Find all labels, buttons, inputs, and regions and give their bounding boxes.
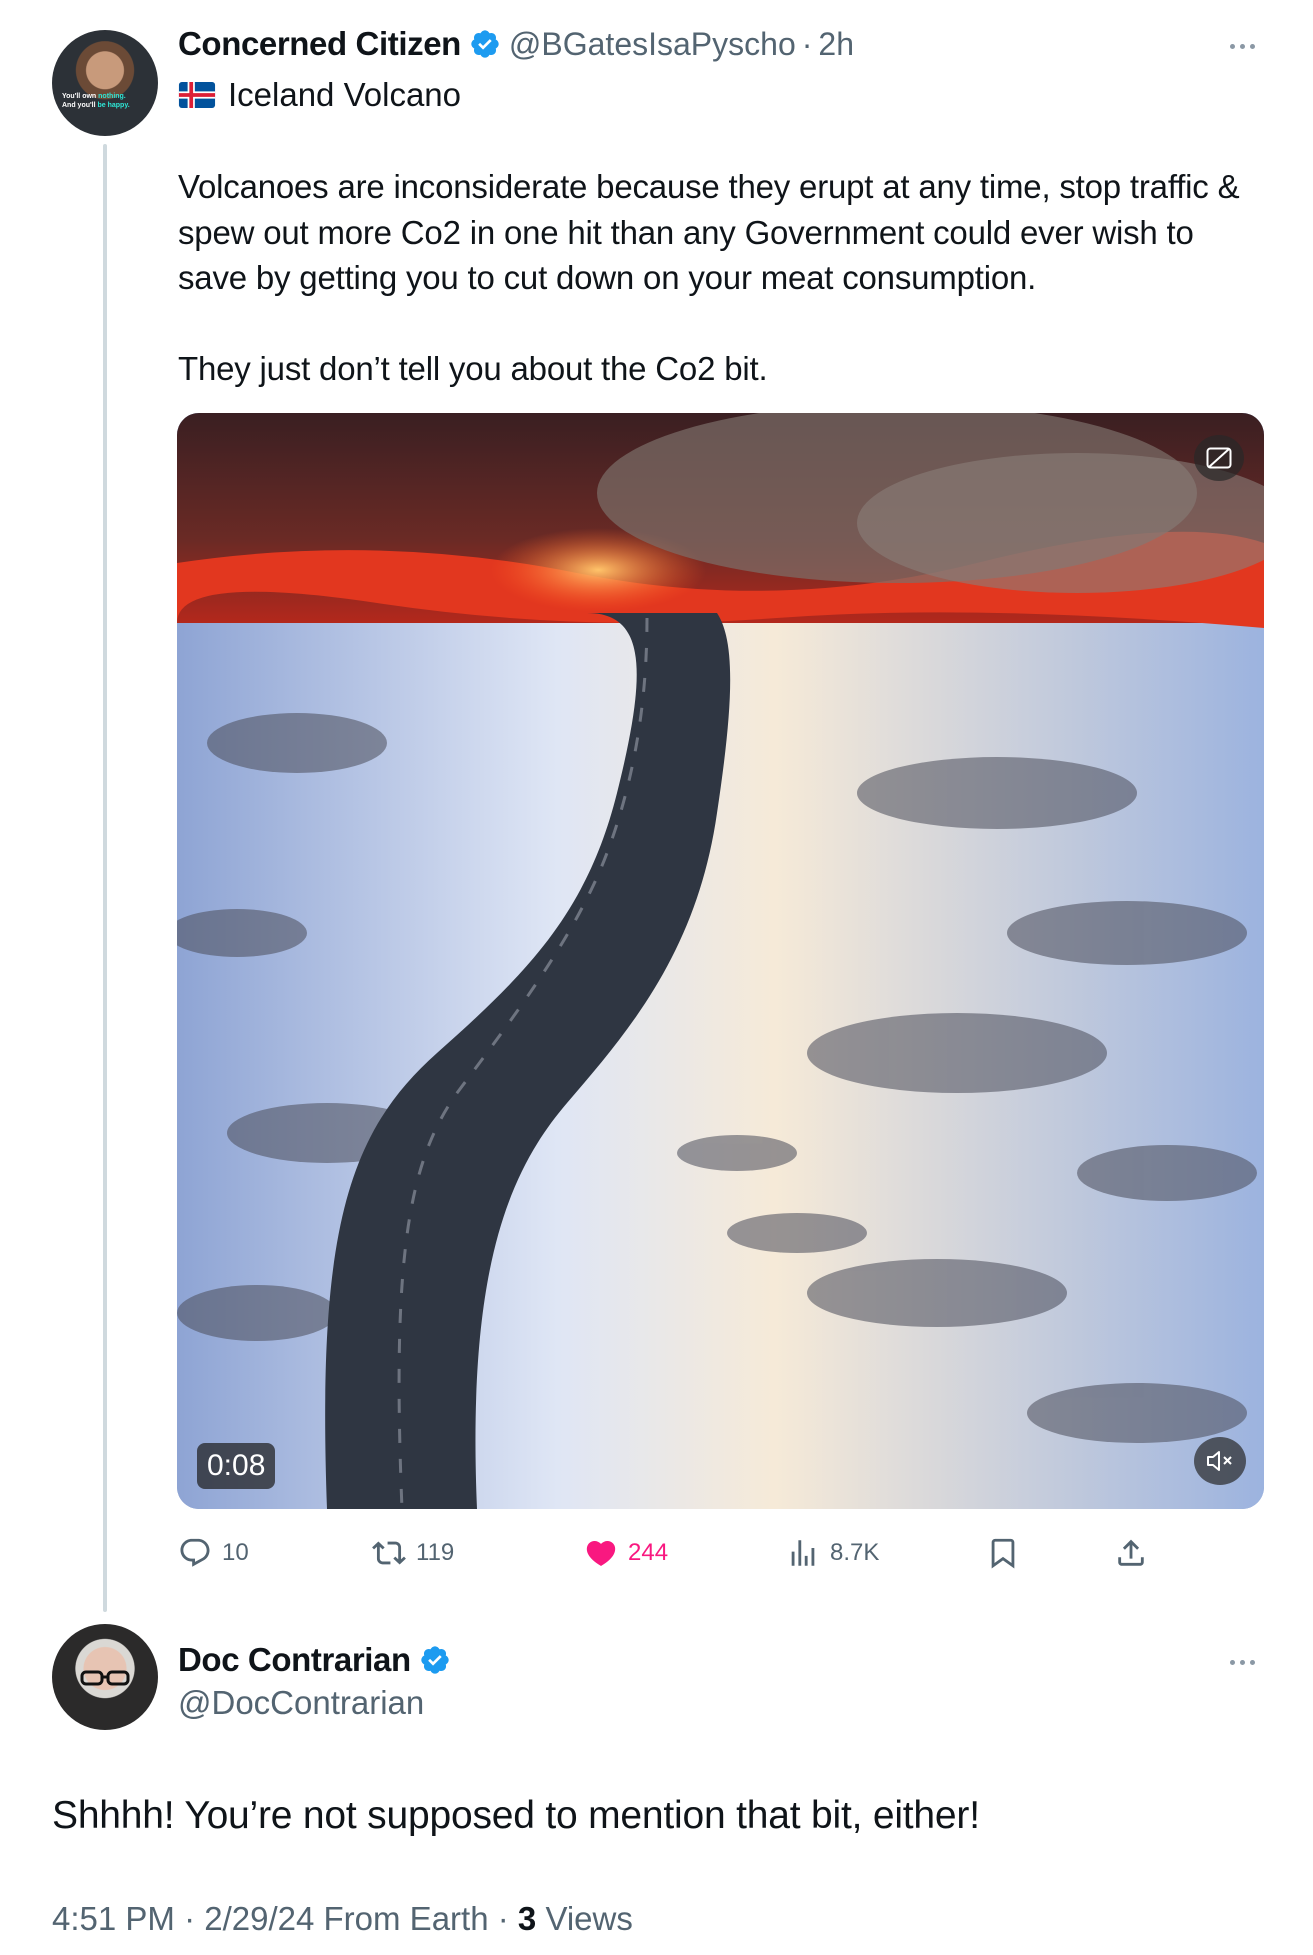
repost-icon [372,1541,406,1565]
tweet-action-bar: 10 119 244 8.7K [178,1530,1178,1576]
views-count: 3 [517,1900,537,1937]
avatar-caption-highlight: nothing. [98,93,126,100]
like-count: 244 [628,1539,669,1566]
avatar-caption-text: You'll own [62,93,99,100]
like-button[interactable]: 244 [584,1530,668,1576]
tweet-paragraph: Volcanoes are inconsiderate because they… [178,168,1240,296]
avatar-doc-contrarian[interactable] [52,1624,158,1730]
views-button[interactable]: 8.7K [786,1530,879,1576]
thread-connector-line [103,144,107,1612]
verified-badge-icon [471,30,499,58]
heart-icon [586,1540,616,1566]
handle[interactable]: @BGatesIsaPyscho [509,26,796,63]
timestamp[interactable]: 2h [818,26,854,63]
unmute-button[interactable] [1194,1437,1246,1485]
more-icon [1229,43,1235,49]
more-icon [1229,1659,1235,1665]
avatar-caption-text: And you'll [62,102,98,109]
views-count: 8.7K [830,1539,880,1566]
display-name[interactable]: Doc Contrarian [178,1641,411,1679]
tweet-header: Concerned Citizen @BGatesIsaPyscho · 2h [178,24,854,64]
muted-speaker-icon [1207,1451,1232,1471]
video-duration: 0:08 [197,1443,276,1489]
repost-button[interactable]: 119 [372,1530,454,1576]
avatar-portrait [80,1670,130,1686]
more-icon [1249,43,1255,49]
iceland-flag-icon [178,82,216,108]
meta-date[interactable]: 2/29/24 From Earth [204,1900,488,1937]
views-label: Views [545,1900,633,1937]
avatar-caption-highlight: be happy. [97,102,130,109]
views-icon [791,1540,815,1566]
more-options-button[interactable] [1222,40,1262,52]
separator-dot: · [184,1900,196,1937]
tweet-meta: 4:51 PM · 2/29/24 From Earth · 3 Views [52,1900,633,1938]
bookmark-button[interactable] [986,1530,1020,1576]
tweet-text: Volcanoes are inconsiderate because they… [178,164,1268,392]
bookmark-icon [991,1538,1015,1569]
share-icon [1118,1539,1144,1566]
display-name[interactable]: Concerned Citizen [178,25,461,63]
share-button[interactable] [1114,1530,1148,1576]
video-frame [177,413,1264,1509]
reply-button[interactable]: 10 [178,1530,249,1576]
more-icon [1239,43,1245,49]
topic-label: Iceland Volcano [228,76,462,113]
reply-count: 10 [222,1539,249,1566]
meta-time[interactable]: 4:51 PM [52,1900,175,1937]
video-player[interactable]: 0:08 [177,413,1264,1509]
captions-button[interactable] [1194,435,1244,481]
handle[interactable]: @DocContrarian [178,1684,424,1722]
avatar-caption: You'll own nothing. And you'll be happy. [62,92,152,110]
avatar-concerned-citizen[interactable]: You'll own nothing. And you'll be happy. [52,30,158,136]
repost-count: 119 [416,1539,455,1566]
topic-row[interactable]: Iceland Volcano [178,74,461,116]
verified-badge-icon [421,1646,449,1674]
reply-text: Shhhh! You’re not supposed to mention th… [52,1794,980,1837]
separator-dot: · [497,1900,509,1937]
tweet-paragraph: They just don’t tell you about the Co2 b… [178,350,768,387]
captions-icon [1206,447,1232,469]
separator-dot: · [801,25,813,62]
more-icon [1249,1659,1255,1665]
more-icon [1239,1659,1245,1665]
reply-header: Doc Contrarian [178,1640,459,1680]
reply-icon [180,1538,210,1567]
more-options-button[interactable] [1222,1656,1262,1668]
